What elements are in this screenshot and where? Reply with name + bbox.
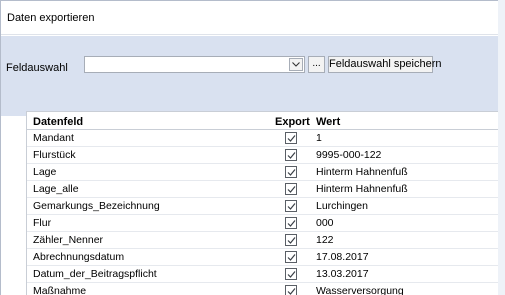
column-header-export[interactable]: Export xyxy=(275,116,310,128)
chevron-down-icon[interactable] xyxy=(289,58,303,71)
table-row[interactable]: Gemarkungs_Bezeichnung Lurchingen xyxy=(27,198,498,215)
table-row[interactable]: Lage Hinterm Hahnenfuß xyxy=(27,164,498,181)
checkbox-box xyxy=(285,183,297,195)
export-checkbox[interactable] xyxy=(285,217,297,229)
column-header-datenfeld[interactable]: Datenfeld xyxy=(33,116,83,128)
checkmark-icon xyxy=(287,288,296,295)
cell-datenfeld: Lage xyxy=(33,166,57,178)
export-checkbox[interactable] xyxy=(285,251,297,263)
cell-datenfeld: Lage_alle xyxy=(33,183,79,195)
checkbox-box xyxy=(285,268,297,280)
table-row[interactable]: Zähler_Nenner 122 xyxy=(27,232,498,249)
export-checkbox[interactable] xyxy=(285,285,297,295)
cell-datenfeld: Abrechnungsdatum xyxy=(33,251,125,263)
table-row[interactable]: Flurstück 9995-000-122 xyxy=(27,147,498,164)
table-row[interactable]: Abrechnungsdatum 17.08.2017 xyxy=(27,249,498,266)
cell-wert[interactable]: 13.03.2017 xyxy=(316,268,369,280)
checkbox-box xyxy=(285,217,297,229)
cell-wert[interactable]: 9995-000-122 xyxy=(316,149,381,161)
export-dialog: Daten exportieren Feldauswahl ... Feldau… xyxy=(0,0,498,295)
checkmark-icon xyxy=(287,169,296,176)
data-table: Datenfeld Export Wert Mandant 1 Flurstück 9… xyxy=(26,111,498,295)
export-checkbox[interactable] xyxy=(285,183,297,195)
cell-datenfeld: Mandant xyxy=(33,132,74,144)
cell-datenfeld: Gemarkungs_Bezeichnung xyxy=(33,200,160,212)
export-checkbox[interactable] xyxy=(285,149,297,161)
checkbox-box xyxy=(285,285,297,295)
ellipsis-button[interactable]: ... xyxy=(308,56,325,73)
export-checkbox[interactable] xyxy=(285,268,297,280)
column-header-wert[interactable]: Wert xyxy=(316,116,340,128)
export-checkbox[interactable] xyxy=(285,234,297,246)
export-checkbox[interactable] xyxy=(285,132,297,144)
save-field-selection-button[interactable]: Feldauswahl speichern xyxy=(328,56,442,73)
checkmark-icon xyxy=(287,186,296,193)
table-row[interactable]: Flur 000 xyxy=(27,215,498,232)
export-checkbox[interactable] xyxy=(285,166,297,178)
cell-wert[interactable]: 000 xyxy=(316,217,334,229)
cell-wert[interactable]: 1 xyxy=(316,132,322,144)
checkmark-icon xyxy=(287,237,296,244)
table-row[interactable]: Maßnahme Wasserversorgung xyxy=(27,283,498,295)
checkmark-icon xyxy=(287,152,296,159)
dialog-title: Daten exportieren xyxy=(7,12,95,24)
cell-datenfeld: Flur xyxy=(33,217,52,229)
checkbox-box xyxy=(285,149,297,161)
cell-datenfeld: Datum_der_Beitragspflicht xyxy=(33,268,157,280)
cell-datenfeld: Maßnahme xyxy=(33,285,87,295)
checkmark-icon xyxy=(287,135,296,142)
feldauswahl-label: Feldauswahl xyxy=(6,62,68,74)
cell-wert[interactable]: Hinterm Hahnenfuß xyxy=(316,166,408,178)
checkmark-icon xyxy=(287,220,296,227)
checkmark-icon xyxy=(287,254,296,261)
table-row[interactable]: Lage_alle Hinterm Hahnenfuß xyxy=(27,181,498,198)
table-row[interactable]: Datum_der_Beitragspflicht 13.03.2017 xyxy=(27,266,498,283)
feldauswahl-combobox[interactable] xyxy=(84,56,305,73)
checkbox-box xyxy=(285,234,297,246)
checkbox-box xyxy=(285,251,297,263)
checkmark-icon xyxy=(287,203,296,210)
checkbox-box xyxy=(285,132,297,144)
checkbox-box xyxy=(285,200,297,212)
table-header: Datenfeld Export Wert xyxy=(27,112,498,130)
checkbox-box xyxy=(285,166,297,178)
title-bar: Daten exportieren xyxy=(1,1,498,35)
cell-wert[interactable]: 17.08.2017 xyxy=(316,251,369,263)
cell-wert[interactable]: Hinterm Hahnenfuß xyxy=(316,183,408,195)
cell-wert[interactable]: Wasserversorgung xyxy=(316,285,404,295)
checkmark-icon xyxy=(287,271,296,278)
cell-wert[interactable]: 122 xyxy=(316,234,334,246)
field-selection-panel: Feldauswahl ... Feldauswahl speichern xyxy=(1,36,498,116)
cell-wert[interactable]: Lurchingen xyxy=(316,200,368,212)
export-checkbox[interactable] xyxy=(285,200,297,212)
cell-datenfeld: Flurstück xyxy=(33,149,76,161)
table-row[interactable]: Mandant 1 xyxy=(27,130,498,147)
cell-datenfeld: Zähler_Nenner xyxy=(33,234,104,246)
